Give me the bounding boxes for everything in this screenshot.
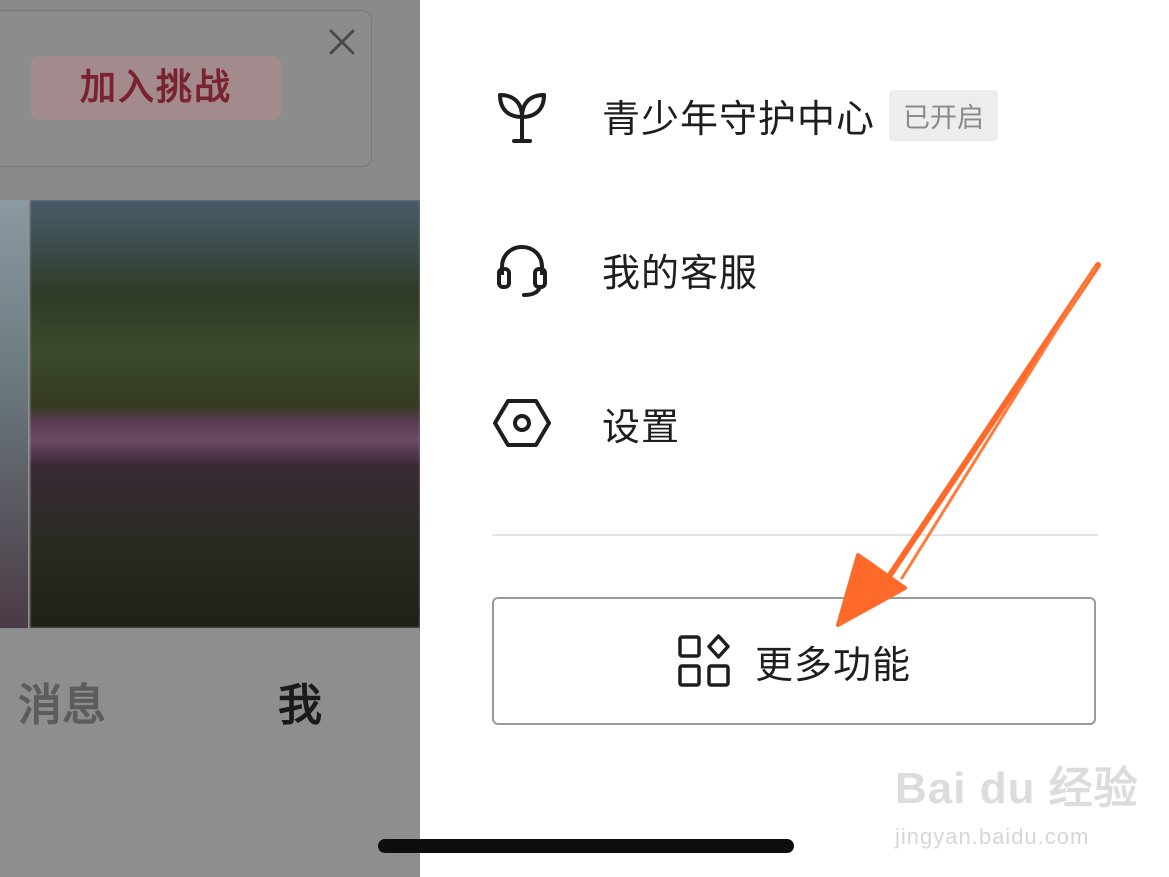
background-app-dimmed: 加入挑战 消息 我 — [0, 0, 420, 877]
home-indicator — [378, 839, 794, 853]
more-features-button[interactable]: 更多功能 — [492, 597, 1096, 725]
challenge-card: 加入挑战 — [0, 10, 372, 167]
menu-item-label: 我的客服 — [602, 250, 759, 295]
settings-hexagon-icon — [493, 399, 551, 447]
watermark-url: jingyan.baidu.com — [895, 824, 1090, 849]
grid-apps-icon — [678, 634, 730, 687]
more-features-label: 更多功能 — [754, 642, 911, 687]
menu-item-settings[interactable]: 设置 — [492, 383, 680, 463]
sprout-icon — [498, 93, 546, 143]
side-drawer: 青少年守护中心 已开启 我的客服 设置 更多功能 — [420, 0, 1169, 877]
menu-item-label: 青少年守护中心 — [602, 96, 876, 141]
video-thumbnail[interactable] — [30, 200, 420, 628]
menu-item-customer-service[interactable]: 我的客服 — [492, 229, 758, 309]
headset-icon — [497, 244, 547, 297]
video-thumbnail[interactable] — [0, 200, 30, 628]
watermark: Bai du 经验 jingyan.baidu.com — [895, 752, 1155, 862]
menu-item-label: 设置 — [602, 404, 681, 449]
menu-item-youth-protection[interactable]: 青少年守护中心 已开启 — [492, 75, 999, 155]
nav-tab-me[interactable]: 我 — [278, 678, 322, 734]
status-badge: 已开启 — [889, 89, 999, 141]
close-icon[interactable] — [327, 27, 357, 57]
watermark-logo: Bai du 经验 — [895, 764, 1139, 813]
divider — [492, 534, 1098, 536]
join-challenge-button[interactable]: 加入挑战 — [31, 56, 281, 120]
bottom-nav: 消息 我 — [0, 630, 420, 877]
video-grid — [0, 200, 420, 628]
nav-tab-messages[interactable]: 消息 — [18, 678, 106, 734]
